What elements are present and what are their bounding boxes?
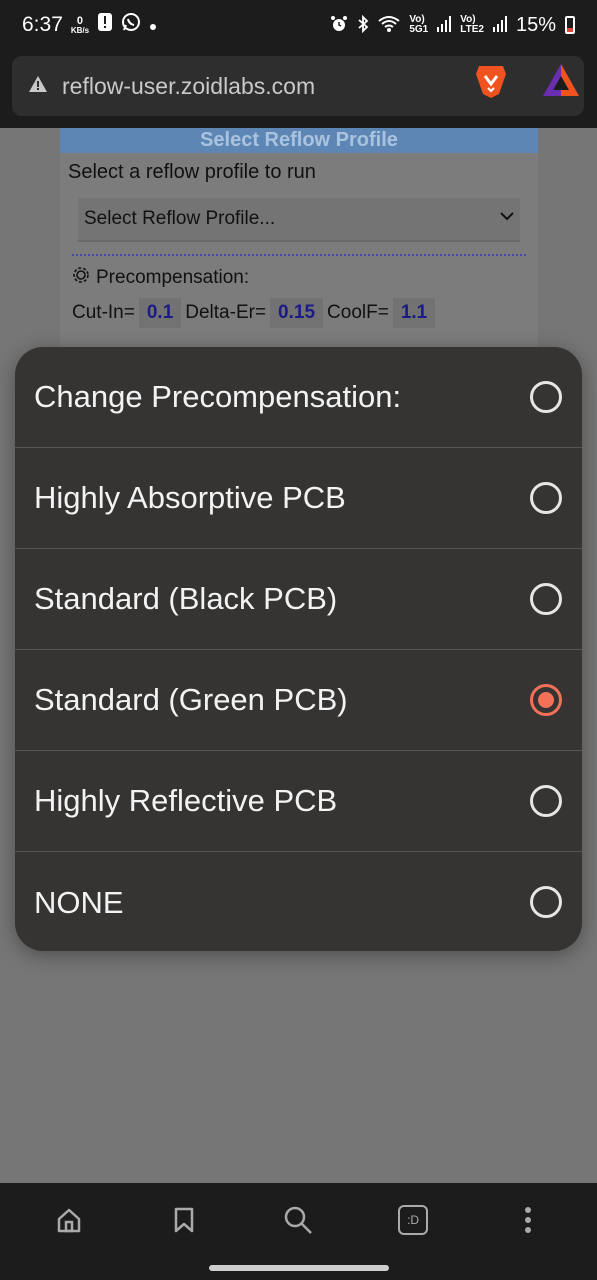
bottom-toolbar: :D bbox=[0, 1183, 597, 1280]
tabs-button[interactable]: :D bbox=[383, 1190, 443, 1250]
option-highly-reflective-pcb[interactable]: Highly Reflective PCB bbox=[15, 751, 582, 852]
precomp-heading[interactable]: Precompensation: bbox=[60, 256, 538, 292]
brave-rewards-icon[interactable] bbox=[541, 62, 581, 98]
bookmarks-button[interactable] bbox=[154, 1190, 214, 1250]
net-speed-indicator: 0 KB/s bbox=[70, 14, 90, 35]
option-standard-green-pcb[interactable]: Standard (Green PCB) bbox=[15, 650, 582, 751]
url-text[interactable]: reflow-user.zoidlabs.com bbox=[62, 73, 315, 100]
chevron-down-icon bbox=[500, 208, 514, 226]
precomp-label: Precompensation: bbox=[96, 267, 250, 288]
cut-in-label: Cut-In= bbox=[72, 302, 135, 323]
bookmark-icon bbox=[174, 1207, 194, 1233]
sim2-sub: LTE2 bbox=[460, 24, 484, 35]
option-none[interactable]: NONE bbox=[15, 852, 582, 951]
option-standard-black-pcb[interactable]: Standard (Black PCB) bbox=[15, 549, 582, 650]
more-vertical-icon bbox=[524, 1207, 531, 1233]
delta-er-value[interactable]: 0.15 bbox=[270, 298, 324, 328]
status-time: 6:37 bbox=[22, 13, 63, 36]
sim2-indicator: Vo) LTE2 bbox=[460, 15, 484, 35]
card-subtitle: Select a reflow profile to run bbox=[68, 161, 316, 183]
net-speed-unit: KB/s bbox=[70, 25, 90, 35]
option-highly-absorptive-pcb[interactable]: Highly Absorptive PCB bbox=[15, 448, 582, 549]
warning-icon[interactable] bbox=[28, 75, 48, 98]
gesture-handle[interactable] bbox=[209, 1265, 389, 1271]
status-right: Vo) 5G1 Vo) LTE2 15% bbox=[330, 14, 575, 37]
battery-percentage: 15% bbox=[515, 13, 556, 36]
net-speed-value: 0 bbox=[76, 14, 84, 27]
option-change-precompensation[interactable]: Change Precompensation: bbox=[15, 347, 582, 448]
delta-er-label: Delta-Er= bbox=[185, 302, 267, 323]
more-notifications-dot-icon bbox=[149, 13, 157, 37]
bluetooth-icon bbox=[357, 14, 369, 36]
radio-button-selected[interactable] bbox=[530, 684, 562, 716]
brave-shields-icon[interactable] bbox=[471, 60, 511, 100]
option-label: Standard (Green PCB) bbox=[34, 682, 348, 717]
option-label: Change Precompensation: bbox=[34, 379, 402, 414]
reflow-profile-select[interactable]: Select Reflow Profile... bbox=[78, 198, 520, 242]
radio-button[interactable] bbox=[530, 785, 562, 817]
battery-icon bbox=[565, 16, 575, 34]
home-icon bbox=[58, 1208, 81, 1233]
wifi-icon bbox=[378, 15, 400, 36]
signal-bars-icon bbox=[437, 15, 452, 35]
search-icon bbox=[285, 1206, 313, 1234]
option-label: Standard (Black PCB) bbox=[34, 581, 338, 616]
sim1-indicator: Vo) 5G1 bbox=[409, 15, 428, 35]
alarm-icon bbox=[330, 15, 348, 36]
option-label: Highly Reflective PCB bbox=[34, 783, 338, 818]
coolf-label: CoolF= bbox=[327, 302, 389, 323]
cut-in-value[interactable]: 0.1 bbox=[138, 298, 182, 328]
signal-bars-2-icon bbox=[492, 15, 507, 35]
status-bar: 6:37 0 KB/s Vo) 5G1 Vo) LTE2 15% bbox=[0, 0, 597, 50]
notification-alert-icon bbox=[97, 12, 113, 38]
home-button[interactable] bbox=[39, 1190, 99, 1250]
card-title: Select Reflow Profile bbox=[60, 128, 538, 153]
sim1-sub: 5G1 bbox=[409, 24, 429, 35]
coolf-value[interactable]: 1.1 bbox=[392, 298, 436, 328]
option-label: NONE bbox=[34, 884, 124, 920]
option-label: Highly Absorptive PCB bbox=[34, 480, 346, 515]
tab-count-badge: :D bbox=[398, 1205, 429, 1235]
radio-button[interactable] bbox=[530, 482, 562, 514]
status-left: 6:37 0 KB/s bbox=[22, 12, 157, 38]
precompensation-dialog: Change Precompensation: Highly Absorptiv… bbox=[15, 347, 582, 951]
gear-icon[interactable] bbox=[72, 266, 90, 290]
radio-button[interactable] bbox=[530, 381, 562, 413]
bottom-toolbar-row: :D bbox=[0, 1183, 597, 1257]
radio-button[interactable] bbox=[530, 583, 562, 615]
radio-button[interactable] bbox=[530, 886, 562, 918]
reflow-profile-select-value: Select Reflow Profile... bbox=[84, 208, 276, 229]
whatsapp-icon bbox=[121, 12, 141, 38]
search-button[interactable] bbox=[268, 1190, 328, 1250]
precomp-values-row: Cut-In= 0.1 Delta-Er= 0.15 CoolF= 1.1 bbox=[60, 292, 538, 334]
browser-toolbar: reflow-user.zoidlabs.com bbox=[0, 50, 597, 128]
menu-button[interactable] bbox=[498, 1190, 558, 1250]
